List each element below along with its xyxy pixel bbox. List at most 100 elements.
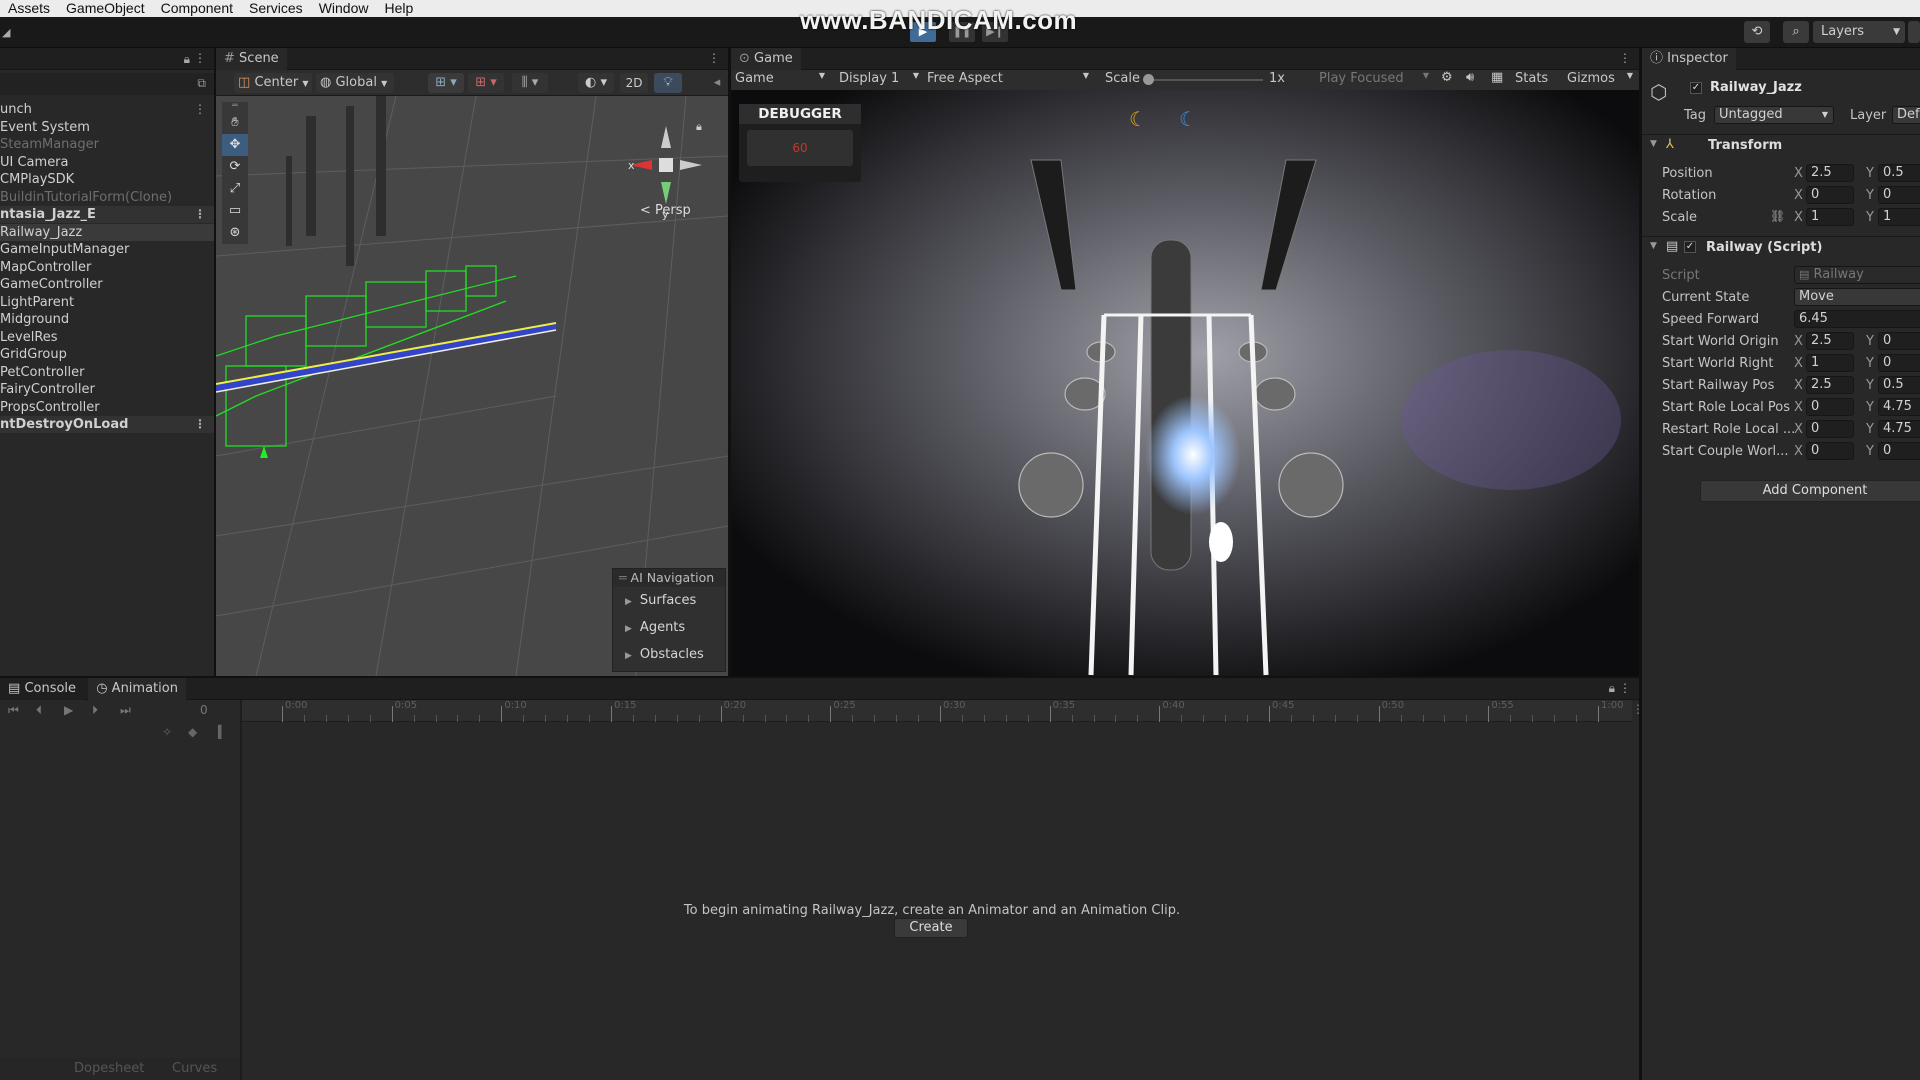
- menu-assets[interactable]: Assets: [0, 0, 58, 17]
- lock-icon[interactable]: 🔒︎: [184, 52, 190, 67]
- speaker-icon[interactable]: 🔊︎: [1466, 70, 1474, 85]
- hierarchy-item[interactable]: PropsController: [0, 399, 214, 416]
- tab-scene[interactable]: # Scene: [216, 48, 287, 70]
- create-button[interactable]: Create: [894, 918, 968, 938]
- hierarchy-item[interactable]: ntDestroyOnLoad ⋮: [0, 416, 214, 433]
- kebab-icon[interactable]: ⋮: [194, 51, 206, 65]
- hierarchy-item[interactable]: Railway_Jazz: [0, 223, 214, 241]
- tab-console[interactable]: ▤ Console: [0, 678, 85, 700]
- game-mode-dropdown[interactable]: Game ▼: [735, 71, 827, 86]
- y-value-field[interactable]: 4.75: [1878, 398, 1920, 416]
- y-value-field[interactable]: 0.5: [1878, 376, 1920, 394]
- hierarchy-item[interactable]: Event System: [0, 119, 214, 136]
- hierarchy-item[interactable]: BuildinTutorialForm(Clone): [0, 189, 214, 206]
- y-value-field[interactable]: 0: [1878, 332, 1920, 350]
- history-icon[interactable]: ⟲: [1744, 21, 1770, 43]
- bug-icon[interactable]: ⚙︎: [1441, 70, 1453, 85]
- kebab-icon[interactable]: ⋮: [194, 101, 206, 118]
- curves-tab[interactable]: Curves: [172, 1061, 217, 1076]
- increment-snap-button[interactable]: ⊞ ▾: [468, 73, 504, 93]
- game-viewport[interactable]: ☾ ☾: [731, 90, 1639, 676]
- object-name-field[interactable]: Railway_Jazz: [1710, 80, 1802, 95]
- x-value-field[interactable]: 2.5: [1806, 376, 1854, 394]
- hierarchy-item[interactable]: GameInputManager: [0, 241, 214, 258]
- hierarchy-item[interactable]: MapController: [0, 259, 214, 276]
- play-icon[interactable]: ▶: [64, 703, 73, 717]
- frame-field[interactable]: 0: [200, 703, 208, 717]
- transform-header[interactable]: ▼ ⅄ Transform: [1642, 134, 1920, 156]
- persp-label[interactable]: < Persp: [640, 203, 691, 218]
- x-value-field[interactable]: 2.5: [1806, 332, 1854, 350]
- audio-toggle[interactable]: ◂: [710, 73, 724, 93]
- display-dropdown[interactable]: Display 1 ▼: [839, 71, 921, 86]
- x-value-field[interactable]: 1: [1806, 354, 1854, 372]
- hierarchy-item[interactable]: SteamManager: [0, 136, 214, 153]
- hierarchy-item[interactable]: CMPlaySDK: [0, 171, 214, 188]
- y-value-field[interactable]: 0: [1878, 354, 1920, 372]
- move-tool-icon[interactable]: ✥: [222, 134, 248, 156]
- hierarchy-item[interactable]: LightParent: [0, 294, 214, 311]
- dopesheet-area[interactable]: [242, 722, 1632, 1058]
- hierarchy-item[interactable]: PetController: [0, 364, 214, 381]
- hierarchy-item[interactable]: GameController: [0, 276, 214, 293]
- menu-help[interactable]: Help: [376, 0, 421, 17]
- scale-slider[interactable]: [1143, 74, 1263, 85]
- next-key-icon[interactable]: ⏵: [92, 703, 98, 718]
- tab-inspector[interactable]: ⓘ Inspector: [1642, 48, 1736, 70]
- shading-mode-button[interactable]: ◐ ▾: [578, 73, 614, 93]
- hierarchy-item[interactable]: Midground: [0, 311, 214, 328]
- layers-dropdown[interactable]: Layers ▼: [1813, 21, 1905, 43]
- play-focused-dropdown[interactable]: Play Focused ▼: [1319, 71, 1431, 86]
- pivot-dropdown[interactable]: ◫ Center ▼: [234, 73, 312, 93]
- rect-tool-icon[interactable]: ▭: [222, 200, 248, 222]
- y-value-field[interactable]: 0: [1878, 442, 1920, 460]
- hierarchy-item[interactable]: LevelRes: [0, 329, 214, 346]
- account-icon[interactable]: ◢: [2, 26, 10, 39]
- aspect-dropdown[interactable]: Free Aspect ▼: [927, 71, 1091, 86]
- speed-forward-field[interactable]: 6.45: [1794, 310, 1920, 328]
- script-field[interactable]: ▤ Railway: [1794, 266, 1920, 284]
- align-button[interactable]: ⫼ ▾: [512, 73, 548, 93]
- timeline-ruler[interactable]: 0:00 0:05 0:10 0:15 0:20 0:25 0:30 0:35 0:40 0:45…: [242, 700, 1632, 722]
- kebab-icon[interactable]: ⋮: [194, 416, 206, 433]
- script-component-header[interactable]: ▼ ▤ ✓ Railway (Script): [1642, 236, 1920, 258]
- hierarchy-item[interactable]: unch ⋮: [0, 101, 214, 118]
- stats-button[interactable]: Stats: [1515, 71, 1548, 86]
- tag-dropdown[interactable]: Untagged ▼: [1714, 106, 1834, 124]
- ai-nav-item-obstacles[interactable]: ▶ Obstacles: [613, 641, 725, 668]
- rotate-tool-icon[interactable]: ⟳: [222, 156, 248, 178]
- gizmos-dropdown[interactable]: Gizmos ▼: [1567, 71, 1633, 86]
- hierarchy-search[interactable]: ⧉: [0, 73, 214, 95]
- x-value-field[interactable]: 1: [1806, 208, 1854, 226]
- grid-icon[interactable]: ▦: [1491, 70, 1503, 85]
- timeline-kebab-icon[interactable]: ⋮: [1632, 702, 1644, 716]
- ai-navigation-header[interactable]: ═ AI Navigation: [613, 569, 725, 587]
- lock-icon[interactable]: 🔒︎: [696, 120, 702, 133]
- grid-snap-button[interactable]: ⊞ ▾: [428, 73, 464, 93]
- hierarchy-item[interactable]: UI Camera: [0, 154, 214, 171]
- scale-slider-handle[interactable]: [1143, 74, 1154, 85]
- x-value-field[interactable]: 0: [1806, 186, 1854, 204]
- x-value-field[interactable]: 0: [1806, 420, 1854, 438]
- layout-dropdown[interactable]: [1908, 21, 1920, 43]
- first-key-icon[interactable]: ⏮: [8, 703, 19, 718]
- add-event-icon[interactable]: ▍: [218, 725, 227, 739]
- filter-icon[interactable]: ✧: [162, 725, 172, 739]
- add-key-icon[interactable]: ◆: [188, 725, 197, 739]
- hierarchy-item[interactable]: FairyController: [0, 381, 214, 398]
- layer-dropdown[interactable]: Defa: [1892, 106, 1920, 124]
- kebab-icon[interactable]: ⋮: [194, 206, 206, 223]
- scale-tool-icon[interactable]: ⤢: [222, 178, 248, 200]
- y-value-field[interactable]: 1: [1878, 208, 1920, 226]
- 2d-toggle[interactable]: 2D: [620, 73, 648, 93]
- active-checkbox[interactable]: ✓: [1690, 82, 1702, 94]
- game-kebab-icon[interactable]: ⋮: [1619, 51, 1631, 65]
- y-value-field[interactable]: 4.75: [1878, 420, 1920, 438]
- x-value-field[interactable]: 0: [1806, 442, 1854, 460]
- transform-tool-icon[interactable]: ⊛: [222, 222, 248, 244]
- hand-tool-icon[interactable]: ✋︎: [222, 112, 248, 134]
- kebab-icon[interactable]: ⋮: [1619, 681, 1631, 695]
- dopesheet-tab[interactable]: Dopesheet: [74, 1061, 144, 1076]
- current-state-dropdown[interactable]: Move: [1794, 288, 1920, 306]
- script-enabled-checkbox[interactable]: ✓: [1684, 241, 1696, 253]
